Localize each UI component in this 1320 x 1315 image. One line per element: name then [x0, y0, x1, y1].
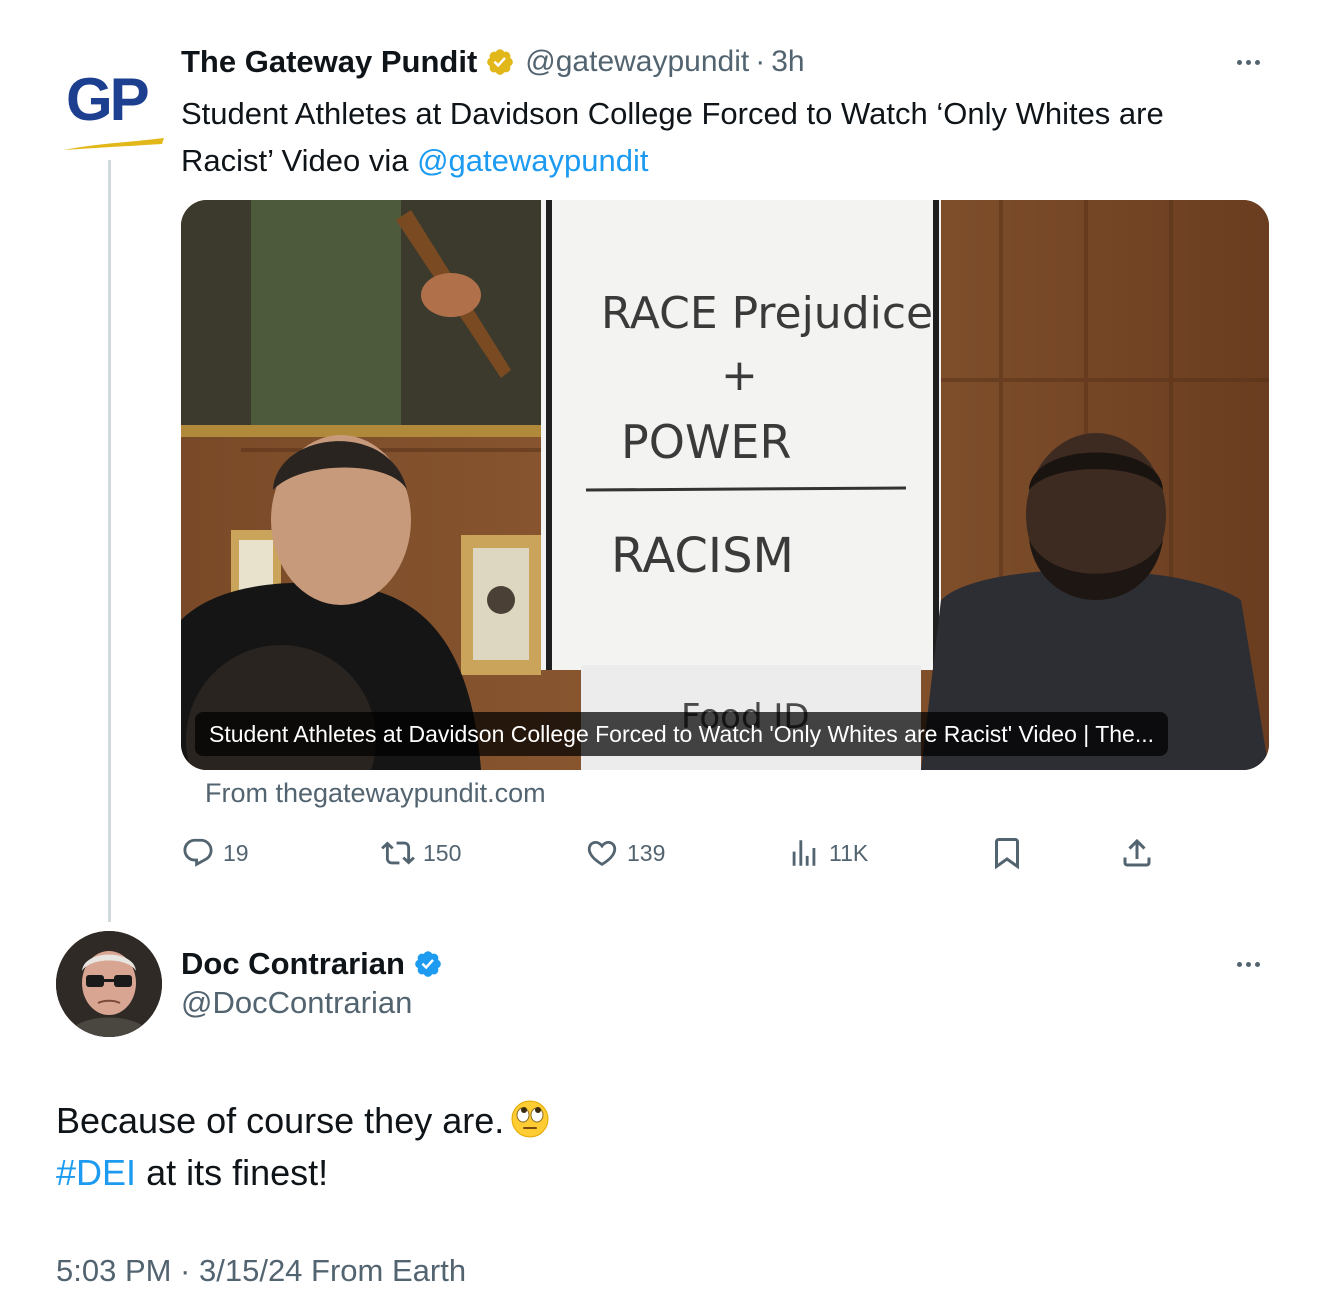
author-handle[interactable]: @gatewaypundit	[525, 45, 749, 79]
views-count: 11K	[829, 839, 869, 866]
mention-link[interactable]: @gatewaypundit	[417, 143, 648, 178]
whiteboard-text-plus: +	[721, 350, 758, 401]
heart-icon	[587, 840, 617, 866]
gp-logo-text: GP	[66, 66, 150, 133]
author-name[interactable]: Doc Contrarian	[181, 946, 405, 982]
gateway-pundit-avatar[interactable]: GP	[58, 68, 166, 156]
reply-count: 19	[223, 839, 249, 866]
like-count: 139	[627, 839, 666, 866]
hashtag-link[interactable]: #DEI	[56, 1152, 136, 1193]
parent-tweet-text: Student Athletes at Davidson College For…	[181, 90, 1281, 184]
share-button[interactable]	[1119, 832, 1155, 874]
card-caption: Student Athletes at Davidson College For…	[195, 712, 1169, 756]
more-options-icon[interactable]	[1237, 60, 1260, 65]
tweet-time[interactable]: 3h	[771, 45, 804, 79]
whiteboard-text-power: POWER	[621, 415, 791, 469]
author-handle[interactable]: @DocContrarian	[181, 985, 412, 1021]
more-options-icon[interactable]	[1237, 962, 1260, 967]
gp-logo-swoosh	[64, 138, 164, 150]
parent-tweet-header: The Gateway Pundit @gatewaypundit · 3h	[181, 42, 805, 82]
main-text-line2: at its finest!	[146, 1152, 329, 1193]
reply-icon	[183, 838, 213, 867]
doc-contrarian-avatar[interactable]	[56, 931, 162, 1037]
repost-count: 150	[423, 839, 462, 866]
face-with-rolling-eyes-icon	[511, 1100, 549, 1138]
bookmark-icon	[995, 838, 1019, 870]
whiteboard-text-race: RACE Prejudice	[601, 288, 933, 339]
main-text-line1: Because of course they are.	[56, 1100, 505, 1141]
blue-verified-badge-icon[interactable]	[413, 949, 443, 979]
views-chart-icon	[792, 840, 816, 866]
gold-verified-badge-icon[interactable]	[485, 47, 515, 77]
author-name[interactable]: The Gateway Pundit	[181, 44, 477, 80]
repost-icon	[381, 841, 415, 865]
video-thumbnail: RACE Prejudice + POWER RACISM Food ID	[181, 200, 1269, 770]
share-icon	[1123, 838, 1151, 867]
tweet-action-bar: 19 150 139 11K	[181, 832, 1181, 874]
avatar-portrait	[56, 931, 162, 1037]
tweet-timestamp[interactable]: 5:03 PM · 3/15/24 From Earth	[56, 1253, 466, 1289]
whiteboard-text-racism: RACISM	[611, 528, 794, 584]
thread-connector-line	[108, 160, 111, 922]
main-tweet-text: Because of course they are. #DEI at its …	[56, 1095, 550, 1199]
repost-button[interactable]: 150	[381, 832, 461, 874]
parent-text-line1: Student Athletes at Davidson College For…	[181, 96, 1164, 131]
bookmark-button[interactable]	[989, 832, 1025, 874]
link-preview-card[interactable]: RACE Prejudice + POWER RACISM Food ID St…	[181, 200, 1269, 770]
separator-dot: ·	[755, 45, 766, 78]
like-button[interactable]: 139	[585, 832, 665, 874]
reply-button[interactable]: 19	[181, 832, 249, 874]
main-tweet-header: Doc Contrarian	[181, 943, 443, 985]
views-button[interactable]: 11K	[787, 832, 868, 874]
parent-text-line2: Racist’ Video via	[181, 143, 409, 178]
card-source-domain[interactable]: From thegatewaypundit.com	[205, 778, 546, 809]
